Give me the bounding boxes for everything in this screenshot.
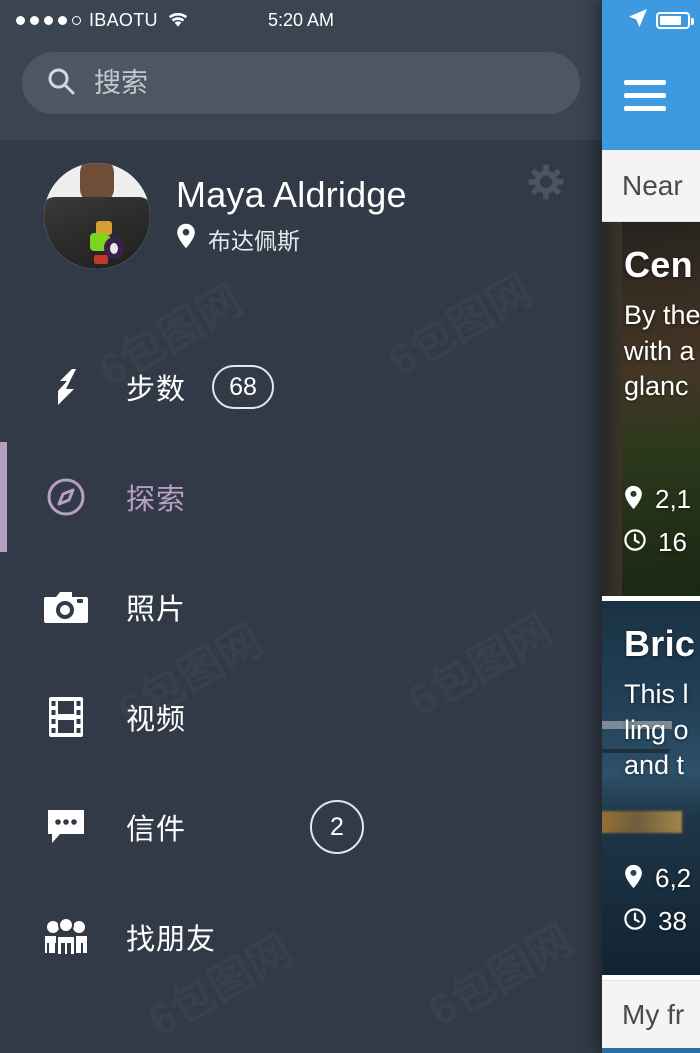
clock-icon: [624, 529, 646, 556]
profile-location-label: 布达佩斯: [208, 227, 300, 254]
sidebar-item-explore[interactable]: 探索: [0, 442, 602, 552]
card-time: 16: [624, 527, 691, 558]
sidebar-item-label: 照片: [126, 594, 187, 626]
battery-icon: [656, 11, 694, 29]
peek-status-bar: [602, 0, 700, 40]
card-distance: 6,2: [624, 863, 691, 894]
sidebar-item-find-friends[interactable]: 找朋友: [0, 882, 602, 992]
nav-list: 步数 68 探索 照片 视频 信件 2 找朋友: [0, 332, 602, 992]
clock-icon: [624, 908, 646, 935]
wifi-icon: [168, 12, 188, 28]
compass-icon: [44, 477, 88, 517]
location-pin-icon: [624, 864, 643, 894]
status-bar-left: IBAOTU: [16, 10, 188, 31]
search-placeholder: 搜索: [94, 67, 148, 98]
search-icon: [46, 66, 76, 101]
sidebar-item-label: 信件: [126, 814, 187, 846]
location-pin-icon: [176, 223, 196, 254]
location-pin-icon: [624, 485, 643, 515]
sidebar-item-photos[interactable]: 照片: [0, 552, 602, 662]
app-screen: IBAOTU 5:20 AM 搜索 Maya Aldridge 布达佩斯 步数 …: [0, 0, 700, 1053]
card-title: Cen: [624, 244, 693, 285]
messages-badge: 2: [310, 800, 364, 854]
peek-header: [602, 40, 700, 150]
location-arrow-icon: [628, 8, 648, 33]
people-group-icon: [44, 918, 88, 956]
card-distance-value: 2,1: [655, 484, 692, 514]
peek-tab-nearby[interactable]: Near: [602, 150, 700, 222]
peek-panel[interactable]: Near Cen By the with a glanc 2,1 16 Bric…: [602, 0, 700, 1053]
status-bar: IBAOTU 5:20 AM: [0, 0, 602, 40]
film-icon: [44, 697, 88, 737]
sidebar-item-label: 视频: [126, 704, 187, 736]
gear-icon[interactable]: [528, 164, 564, 200]
card-description: By the with a glanc: [624, 300, 700, 402]
navigation-drawer: IBAOTU 5:20 AM 搜索 Maya Aldridge 布达佩斯 步数 …: [0, 0, 602, 1053]
camera-icon: [44, 589, 88, 625]
signal-strength-icon: [16, 15, 81, 25]
sidebar-item-steps[interactable]: 步数 68: [0, 332, 602, 442]
card-description: This l ling o and t: [624, 679, 689, 781]
peek-bottom-label: My fr: [622, 998, 685, 1030]
search-input[interactable]: 搜索: [22, 52, 580, 114]
messages-badge-slot: 2: [310, 800, 364, 854]
card-distance: 2,1: [624, 484, 691, 515]
peek-tab-label: Near: [622, 169, 683, 201]
card-time-value: 16: [658, 527, 687, 557]
card-time: 38: [624, 906, 691, 937]
sidebar-item-videos[interactable]: 视频: [0, 662, 602, 772]
card-body: Bric This l ling o and t: [602, 601, 700, 784]
sidebar-item-label: 步数: [126, 374, 187, 406]
chat-bubble-icon: [44, 808, 88, 846]
search-bar-container: 搜索: [0, 40, 602, 140]
carrier-label: IBAOTU: [89, 9, 158, 30]
card-meta: 6,2 38: [624, 863, 691, 949]
list-item[interactable]: Cen By the with a glanc 2,1 16: [602, 222, 700, 596]
sidebar-item-label: 探索: [126, 484, 187, 516]
card-body: Cen By the with a glanc: [602, 222, 700, 405]
sidebar-item-messages[interactable]: 信件 2: [0, 772, 602, 882]
steps-badge: 68: [212, 365, 275, 409]
card-distance-value: 6,2: [655, 863, 692, 893]
active-accent-bar: [0, 442, 7, 552]
lightning-bolt-icon: [44, 367, 88, 407]
sidebar-item-label: 找朋友: [126, 924, 217, 956]
profile-name: Maya Aldridge: [176, 174, 407, 216]
hamburger-menu-icon[interactable]: [624, 79, 666, 111]
peek-bottom-tab-my-friends[interactable]: My fr: [602, 980, 700, 1048]
list-item[interactable]: Bric This l ling o and t 6,2 38: [602, 601, 700, 975]
profile-location: 布达佩斯: [176, 222, 407, 256]
card-meta: 2,1 16: [624, 484, 691, 570]
card-time-value: 38: [658, 906, 687, 936]
avatar[interactable]: [44, 163, 150, 269]
peek-footer: [602, 1048, 700, 1053]
profile-info: Maya Aldridge 布达佩斯: [176, 176, 407, 256]
profile-header[interactable]: Maya Aldridge 布达佩斯: [0, 140, 602, 292]
card-title: Bric: [624, 623, 696, 664]
